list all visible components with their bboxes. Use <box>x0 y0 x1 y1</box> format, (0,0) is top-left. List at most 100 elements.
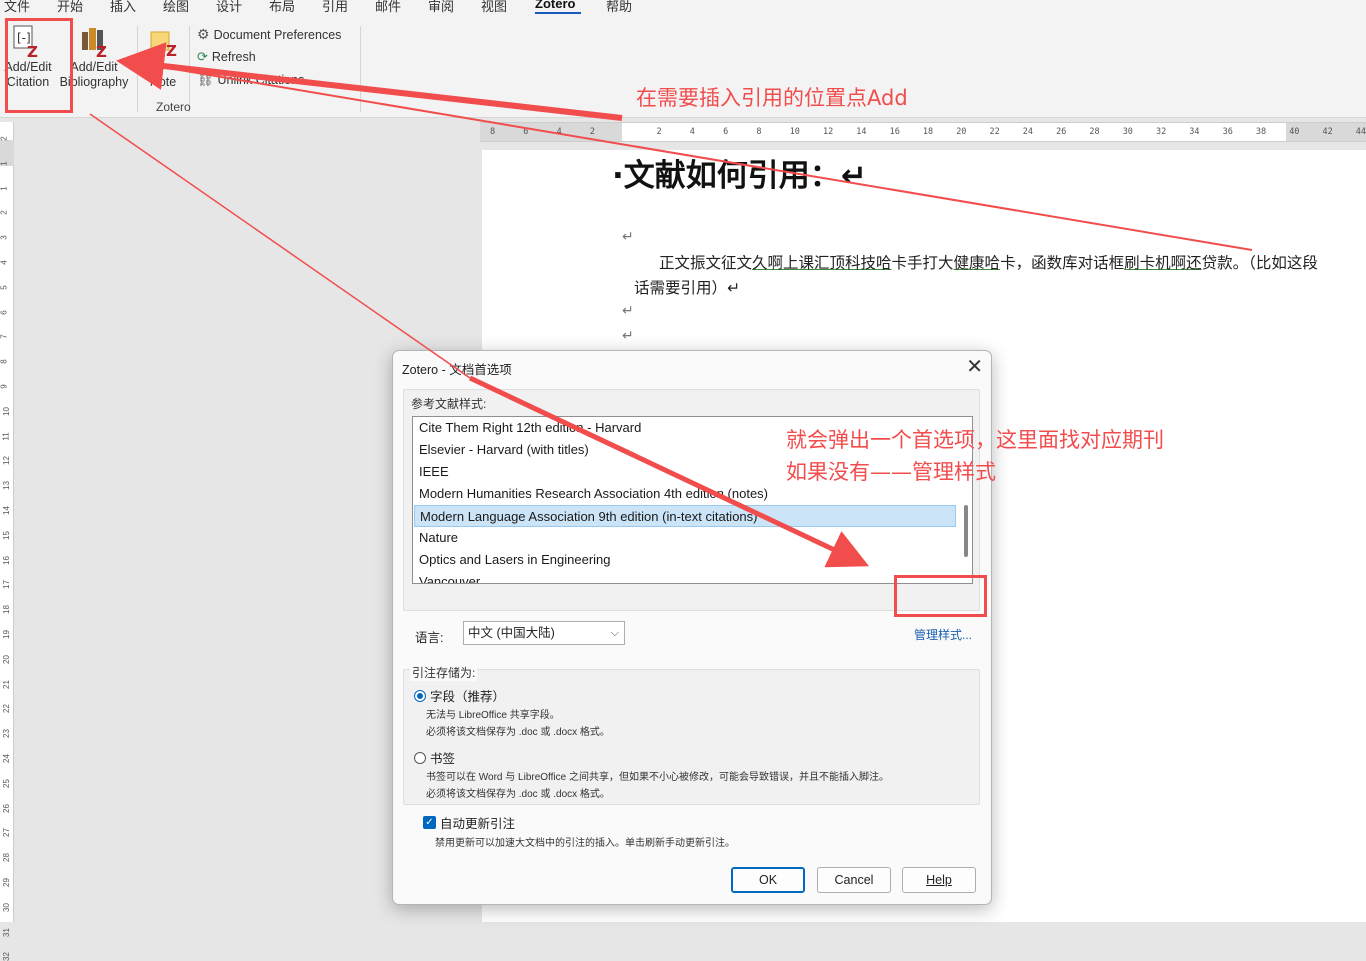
cancel-button[interactable]: Cancel <box>817 867 891 893</box>
refresh-icon: ⟳ <box>197 49 208 64</box>
tab-review[interactable]: 审阅 <box>428 0 454 15</box>
language-select[interactable]: 中文 (中国大陆) ⌵ <box>463 621 625 645</box>
ruler-tick-label: 9 <box>0 384 9 389</box>
tab-file[interactable]: 文件 <box>4 0 30 15</box>
store-citations-group: 引注存储为: 字段（推荐） 无法与 LibreOffice 共享字段。 必须将该… <box>403 664 980 805</box>
arrow-to-manage-styles <box>89 113 471 379</box>
annotation-note-dialog-line1: 就会弹出一个首选项，这里面找对应期刊 <box>786 428 1164 452</box>
tab-view[interactable]: 视图 <box>481 0 507 15</box>
ribbon-separator <box>137 26 138 112</box>
ruler-tick-label: 34 <box>1189 127 1200 137</box>
style-list-item[interactable]: Modern Language Association 9th edition … <box>414 505 956 527</box>
ribbon-separator <box>360 26 361 112</box>
document-heading[interactable]: ·文献如何引用：↵ <box>612 150 867 195</box>
ruler-tick-label: 1 <box>0 185 9 191</box>
ruler-tick-label: 18 <box>922 127 934 137</box>
tab-draw[interactable]: 绘图 <box>163 0 189 15</box>
svg-text:Z: Z <box>166 42 177 58</box>
horizontal-ruler[interactable]: 8 6 4 2 2 4 6 8 10 12 14 16 18 20 22 24 26 28 30 32 34 36 38 40… <box>480 122 1366 142</box>
ruler-tick-label: 30 <box>1122 127 1133 137</box>
paragraph-mark: ↵ <box>622 327 634 343</box>
ruler-tick-label: 16 <box>1 555 11 565</box>
list-scrollbar-thumb[interactable] <box>964 505 968 557</box>
ruler-tick-label: 17 <box>1 580 11 590</box>
tab-layout[interactable]: 布局 <box>269 0 295 15</box>
gear-icon: ⚙ <box>197 26 210 42</box>
style-list-item[interactable]: Optics and Lasers in Engineering <box>414 549 956 571</box>
ruler-tick-label: 12 <box>1 456 11 466</box>
ruler-tick-label: 20 <box>1 654 11 664</box>
store-citations-label: 引注存储为: <box>410 664 478 681</box>
bibliography-icon: Z <box>82 28 107 58</box>
add-note-button[interactable]: Z Note <box>140 24 186 96</box>
add-note-label: Note <box>149 75 177 89</box>
ruler-tick-label: 32 <box>1 952 11 961</box>
refresh-button[interactable]: ⟳ Refresh <box>197 49 256 65</box>
radio-checked[interactable] <box>414 689 426 702</box>
ruler-tick-label: 28 <box>1 853 11 863</box>
ruler-tick-label: 3 <box>0 235 9 240</box>
ruler-tick-label: 22 <box>989 127 1000 137</box>
ruler-tick-label: 29 <box>1 878 11 887</box>
ruler-tick-label: 11 <box>1 431 11 441</box>
tab-home[interactable]: 开始 <box>57 0 83 15</box>
ok-button[interactable]: OK <box>731 867 805 893</box>
unlink-citations-button[interactable]: ⛓ Unlink Citations <box>197 72 304 88</box>
ruler-tick-label: 2 <box>0 136 9 141</box>
ruler-tick-label: 4 <box>689 127 695 137</box>
ruler-tick-label: 30 <box>1 902 11 912</box>
paragraph-text: 卡手打大 <box>891 254 954 272</box>
tab-zotero[interactable]: Zotero <box>535 0 575 11</box>
ruler-tick-label: 16 <box>889 127 900 137</box>
dialog-title: Zotero - 文档首选项 <box>402 363 512 377</box>
close-icon[interactable]: ✕ <box>966 354 983 379</box>
style-list-item[interactable]: Nature <box>414 527 956 549</box>
ruler-tick-label: 6 <box>523 127 529 137</box>
ruler-tick-label: 4 <box>556 127 562 137</box>
ruler-tick-label: 32 <box>1156 127 1167 137</box>
language-value: 中文 (中国大陆) <box>468 626 555 640</box>
ruler-tick-label: 24 <box>1022 127 1034 137</box>
ruler-tick-label: 28 <box>1089 127 1100 137</box>
citation-text: 刷卡机啊还 <box>1124 254 1202 272</box>
menu-bar: 文件 开始 插入 绘图 设计 布局 引用 邮件 审阅 视图 Zotero 帮助 <box>0 0 1366 14</box>
ruler-tick-label: 22 <box>1 704 11 714</box>
style-list-item[interactable]: Vancouver <box>414 571 956 583</box>
tab-insert[interactable]: 插入 <box>110 0 136 15</box>
paragraph-text: 正文振文征文 <box>659 254 753 272</box>
help-button[interactable]: Help <box>902 867 976 893</box>
ruler-tick-label: 4 <box>0 260 9 265</box>
document-preferences-button[interactable]: ⚙ Document Preferences <box>197 26 341 43</box>
manage-styles-link[interactable]: 管理样式... <box>914 626 972 643</box>
ruler-tick-label: 27 <box>1 828 11 838</box>
ruler-tick-label: 5 <box>0 285 9 290</box>
ruler-tick-label: 26 <box>1 803 11 813</box>
bookmark-radio-option[interactable]: 书签 <box>414 748 455 767</box>
annotation-note-add: 在需要插入引用的位置点Add <box>636 86 908 110</box>
ruler-tick-label: 23 <box>1 729 11 739</box>
tab-design[interactable]: 设计 <box>216 0 242 15</box>
ruler-tick-label: 2 <box>656 127 662 137</box>
bookmark-hint-1: 书签可以在 Word 与 LibreOffice 之间共享，但如果不小心被修改，… <box>426 772 889 783</box>
field-hint-2: 必须将该文档保存为 .doc 或 .docx 格式。 <box>426 727 610 738</box>
ruler-tick-label: 7 <box>0 334 9 340</box>
field-radio-option[interactable]: 字段（推荐） <box>414 686 505 705</box>
ruler-tick-label: 44 <box>1355 127 1366 137</box>
ruler-tick-label: 15 <box>1 530 11 540</box>
ruler-tick-label: 20 <box>956 127 967 137</box>
checkmark-icon[interactable]: ✓ <box>423 816 436 829</box>
chevron-down-icon: ⌵ <box>610 627 619 639</box>
document-paragraph[interactable]: 正文振文征文久啊上课汇顶科技哈卡手打大健康哈卡，函数库对话框刷卡机啊还贷款。（比… <box>634 251 1324 301</box>
tab-references[interactable]: 引用 <box>322 0 348 15</box>
auto-update-checkbox[interactable]: ✓ 自动更新引注 <box>423 813 515 832</box>
radio-unchecked[interactable] <box>414 751 426 764</box>
auto-update-hint: 禁用更新可以加速大文档中的引注的插入。单击刷新手动更新引注。 <box>435 838 735 849</box>
tab-mailings[interactable]: 邮件 <box>375 0 401 15</box>
vertical-ruler[interactable]: 2 1 1 2 3 4 5 6 7 8 9 10 11 12 13 14 15 16 17 18 19 20 21 22 23 2… <box>0 122 14 961</box>
tab-help[interactable]: 帮助 <box>606 0 632 15</box>
ruler-tick-label: 2 <box>589 127 596 137</box>
svg-text:Z: Z <box>96 43 107 58</box>
ruler-tick-label: 8 <box>490 127 496 137</box>
ruler-tick-label: 25 <box>1 778 11 788</box>
language-label: 语言: <box>415 631 444 645</box>
